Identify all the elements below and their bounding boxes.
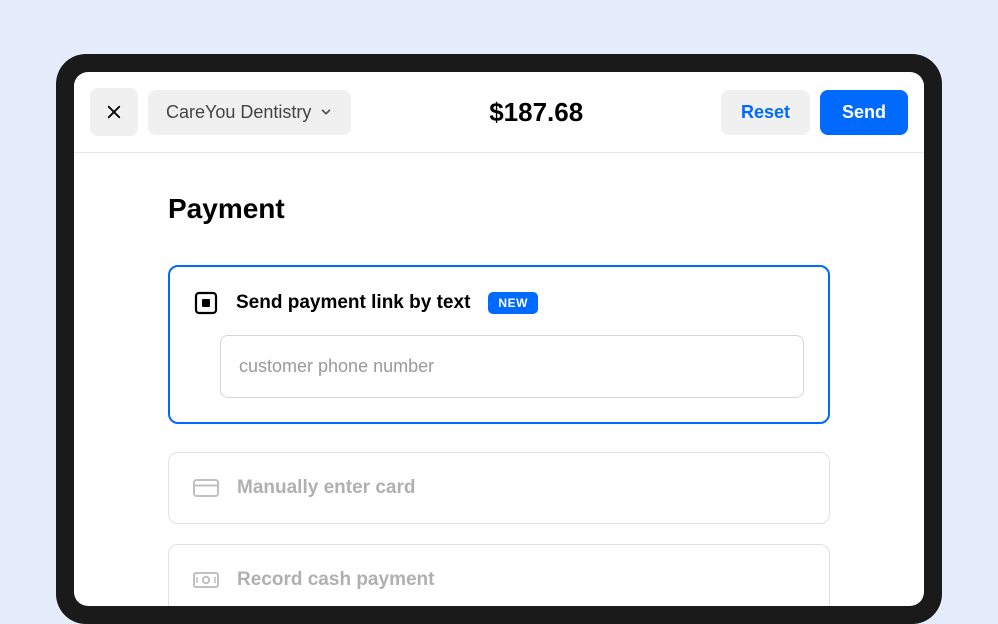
header: CareYou Dentistry $187.68 Reset Send — [74, 72, 924, 153]
chevron-down-icon — [319, 105, 333, 119]
location-dropdown[interactable]: CareYou Dentistry — [148, 90, 351, 135]
page-title: Payment — [168, 193, 830, 225]
send-button[interactable]: Send — [820, 90, 908, 135]
close-button[interactable] — [90, 88, 138, 136]
option-title: Send payment link by text — [236, 292, 470, 314]
credit-card-icon — [193, 477, 219, 499]
option-header: Send payment link by text NEW — [194, 291, 804, 315]
payment-option-text-link[interactable]: Send payment link by text NEW — [168, 265, 830, 424]
close-icon — [105, 103, 123, 121]
phone-input[interactable] — [220, 335, 804, 398]
screen: CareYou Dentistry $187.68 Reset Send Pay… — [74, 72, 924, 606]
device-frame: CareYou Dentistry $187.68 Reset Send Pay… — [56, 54, 942, 624]
option-title: Manually enter card — [237, 477, 415, 499]
payment-option-cash[interactable]: Record cash payment — [168, 544, 830, 606]
content: Payment Send payment link by text NEW — [74, 153, 924, 606]
reset-button[interactable]: Reset — [721, 90, 810, 135]
payment-option-manual-card[interactable]: Manually enter card — [168, 452, 830, 524]
amount-display: $187.68 — [351, 97, 721, 128]
option-title: Record cash payment — [237, 569, 434, 591]
location-label: CareYou Dentistry — [166, 102, 311, 123]
new-badge: NEW — [488, 292, 538, 314]
cash-icon — [193, 569, 219, 591]
square-logo-icon — [194, 291, 218, 315]
